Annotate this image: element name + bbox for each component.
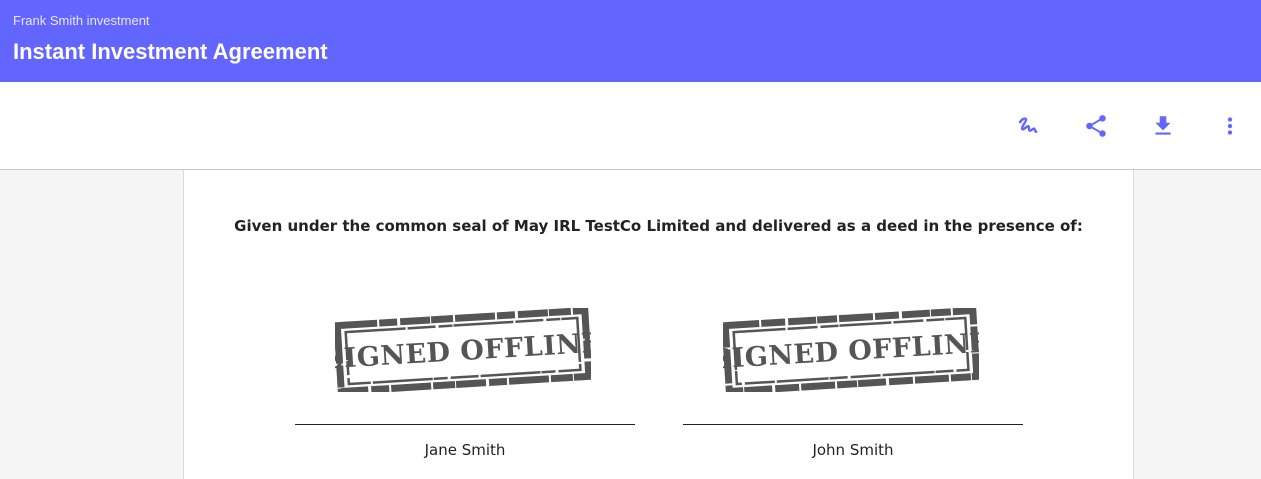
signed-offline-stamp: SIGNED OFFLINE bbox=[723, 308, 979, 392]
more-options-button[interactable] bbox=[1212, 108, 1248, 144]
signature-block-jane: SIGNED OFFLINE Jane Smith bbox=[295, 308, 635, 468]
signed-offline-stamp: SIGNED OFFLINE bbox=[335, 308, 591, 392]
sign-button[interactable] bbox=[1010, 108, 1046, 144]
document-page: Given under the common seal of May IRL T… bbox=[183, 170, 1134, 479]
svg-text:SIGNED OFFLINE: SIGNED OFFLINE bbox=[723, 328, 979, 376]
signature-icon bbox=[1018, 117, 1038, 134]
svg-text:SIGNED OFFLINE: SIGNED OFFLINE bbox=[335, 328, 591, 376]
download-icon bbox=[1155, 116, 1171, 135]
deed-statement: Given under the common seal of May IRL T… bbox=[234, 217, 1083, 235]
signer-name: John Smith bbox=[812, 441, 894, 459]
document-viewer[interactable]: Given under the common seal of May IRL T… bbox=[0, 170, 1261, 479]
signature-block-john: SIGNED OFFLINE John Smith bbox=[683, 308, 1023, 468]
share-button[interactable] bbox=[1078, 108, 1114, 144]
header-subtitle: Frank Smith investment bbox=[13, 13, 150, 28]
signer-name: Jane Smith bbox=[424, 441, 506, 459]
signature-line bbox=[683, 424, 1023, 425]
page-title: Instant Investment Agreement bbox=[13, 39, 328, 64]
document-toolbar bbox=[0, 82, 1261, 170]
download-button[interactable] bbox=[1145, 108, 1181, 144]
more-vert-icon bbox=[1227, 117, 1233, 135]
app-header: Frank Smith investment Instant Investmen… bbox=[0, 0, 1261, 82]
signature-line bbox=[295, 424, 635, 425]
share-icon bbox=[1086, 115, 1106, 137]
